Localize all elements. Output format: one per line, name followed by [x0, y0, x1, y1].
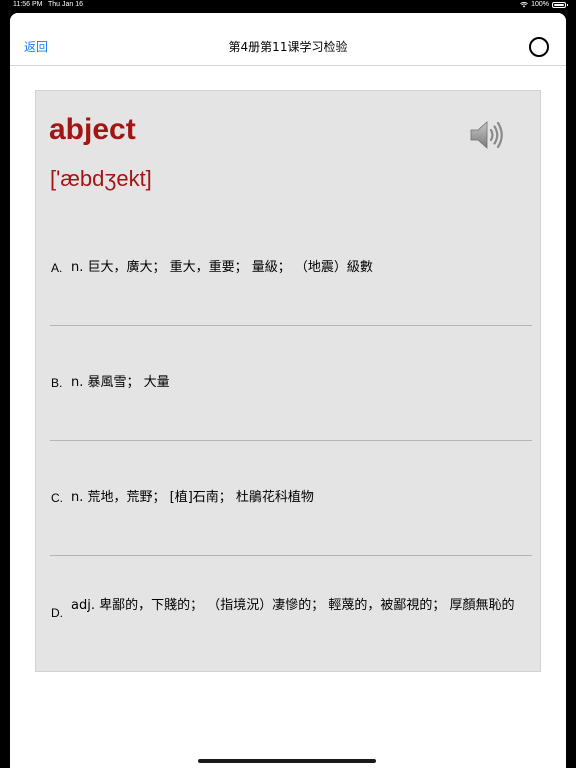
home-indicator	[198, 759, 376, 763]
page-title: 第4册第11课学习检验	[228, 40, 348, 54]
option-text: adj. 卑鄙的，下賤的； （指境況）凄慘的； 輕蔑的，被鄙視的； 厚顏無恥的	[71, 598, 515, 613]
option-letter: D.	[51, 606, 63, 620]
option-text: n. 巨大，廣大； 重大，重要； 量級； （地震）級數	[71, 260, 373, 275]
option-text: n. 荒地，荒野； [植]石南； 杜鵑花科植物	[71, 490, 314, 505]
status-bar: 11:56 PM Thu Jan 16 100%	[0, 0, 576, 12]
battery-icon	[552, 1, 568, 8]
vocabulary-word: abject	[49, 113, 136, 146]
option-c[interactable]: C. n. 荒地，荒野； [植]石南； 杜鵑花科植物	[36, 441, 542, 556]
option-b[interactable]: B. n. 暴風雪； 大量	[36, 326, 542, 441]
option-letter: C.	[51, 491, 63, 505]
option-text: n. 暴風雪； 大量	[71, 375, 170, 390]
option-d[interactable]: D. adj. 卑鄙的，下賤的； （指境況）凄慘的； 輕蔑的，被鄙視的； 厚顏無…	[36, 556, 542, 671]
navigation-bar: 返回 第4册第11课学习检验	[10, 13, 566, 66]
option-letter: A.	[51, 261, 63, 275]
speaker-icon[interactable]	[469, 119, 505, 151]
battery-percent: 100%	[531, 1, 549, 8]
option-a[interactable]: A. n. 巨大，廣大； 重大，重要； 量級； （地震）級數	[36, 210, 542, 325]
wifi-icon	[520, 1, 528, 7]
quiz-card: abject ['æbdʒekt] A. n. 巨大，廣大； 重大，重要； 量級…	[35, 90, 541, 672]
option-letter: B.	[51, 376, 63, 390]
status-time: 11:56 PM	[13, 1, 43, 8]
status-indicators: 100%	[520, 1, 568, 8]
app-screen: 返回 第4册第11课学习检验 abject ['æbdʒekt] A. n. 巨…	[10, 13, 566, 768]
circle-icon[interactable]	[529, 37, 549, 57]
phonetic-transcription: ['æbdʒekt]	[50, 166, 152, 191]
status-date: Thu Jan 16	[48, 1, 84, 8]
